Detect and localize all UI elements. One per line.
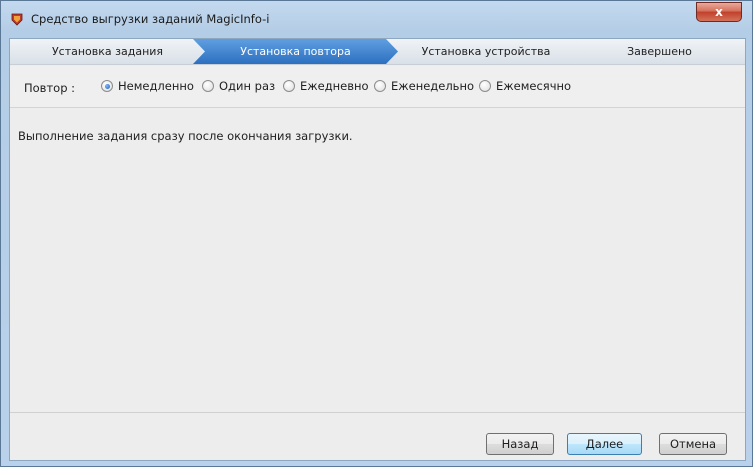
radio-immediately-label: Немедленно [118, 79, 194, 93]
radio-daily-label: Ежедневно [300, 79, 369, 93]
back-button[interactable]: Назад [486, 433, 554, 455]
title-bar[interactable]: Средство выгрузки заданий MagicInfo-i x [1, 1, 752, 39]
wizard-step-bar: Установка задания Установка устройства З… [10, 39, 745, 65]
repeat-description: Выполнение задания сразу после окончания… [18, 129, 353, 143]
radio-button-icon[interactable] [374, 80, 386, 92]
close-button[interactable]: x [696, 2, 742, 22]
radio-once[interactable]: Один раз [202, 79, 275, 93]
radio-button-icon[interactable] [283, 80, 295, 92]
radio-weekly[interactable]: Еженедельно [374, 79, 474, 93]
client-area: Установка задания Установка устройства З… [9, 38, 746, 461]
radio-monthly-label: Ежемесячно [496, 79, 572, 93]
step-task-setup: Установка задания [10, 39, 205, 64]
close-icon: x [715, 5, 723, 19]
radio-monthly[interactable]: Ежемесячно [479, 79, 571, 93]
repeat-label: Повтор : [24, 81, 76, 95]
window-title: Средство выгрузки заданий MagicInfo-i [31, 12, 270, 26]
radio-immediately[interactable]: Немедленно [101, 79, 194, 93]
dialog-window: Средство выгрузки заданий MagicInfo-i x … [0, 0, 753, 467]
radio-button-icon[interactable] [479, 80, 491, 92]
radio-weekly-label: Еженедельно [391, 79, 475, 93]
next-button[interactable]: Далее [567, 433, 642, 455]
radio-once-label: Один раз [219, 79, 276, 93]
radio-daily[interactable]: Ежедневно [283, 79, 369, 93]
repeat-options-row: Повтор : Немедленно Один раз Ежедневно Е… [10, 66, 745, 108]
step-device-setup: Установка устройства [386, 39, 586, 64]
dialog-footer: Назад Далее Отмена [10, 412, 745, 460]
magicinfo-app-icon [10, 12, 24, 26]
radio-button-icon[interactable] [202, 80, 214, 92]
radio-button-checked-icon[interactable] [101, 80, 113, 92]
step-completed: Завершено [574, 39, 745, 64]
step-repeat-setup: Установка повтора [193, 39, 398, 64]
cancel-button[interactable]: Отмена [659, 433, 727, 455]
